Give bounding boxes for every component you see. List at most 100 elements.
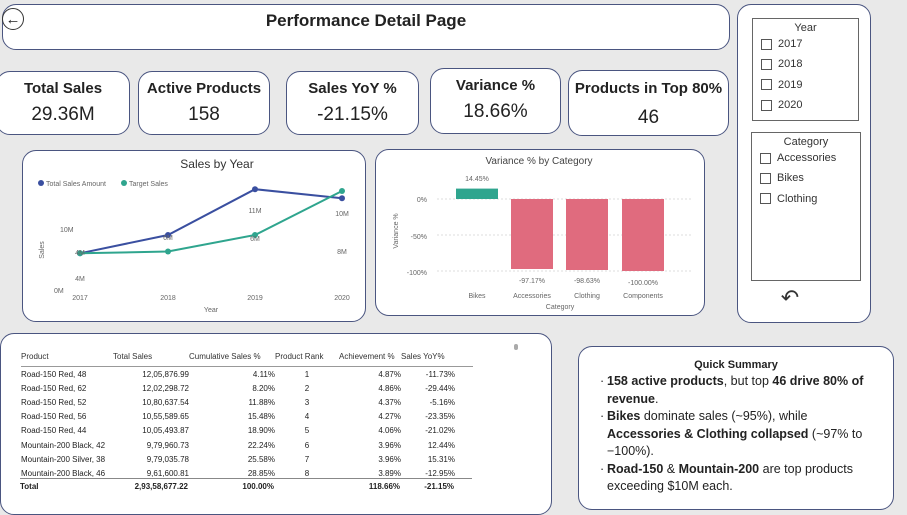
variance-bar-bikes[interactable] bbox=[455, 188, 498, 199]
year-option-2018[interactable]: 2018 bbox=[753, 54, 858, 74]
table-body: Road-150 Red, 48 12,05,876.99 4.11% 1 4.87% -… bbox=[21, 367, 473, 481]
col-header-cumulative[interactable]: Cumulative Sales % bbox=[189, 352, 275, 361]
kpi-sales-yoy-label: Sales YoY % bbox=[308, 80, 397, 97]
year-option-label: 2019 bbox=[778, 78, 803, 91]
col-header-achievement[interactable]: Achievement % bbox=[339, 352, 401, 361]
target-label-2020: 8M bbox=[337, 249, 347, 256]
cell-total-sales: 10,05,493.87 bbox=[142, 426, 189, 436]
variance-by-category-chart[interactable]: Variance % by Category Variance % 0% -50… bbox=[375, 149, 705, 316]
category-slicer: Category Accessories Bikes Clothing bbox=[751, 132, 861, 281]
col-header-total-sales[interactable]: Total Sales bbox=[113, 352, 189, 361]
category-option-label: Bikes bbox=[777, 172, 804, 185]
checkbox[interactable] bbox=[760, 152, 771, 164]
reset-filters-icon[interactable]: ↶ bbox=[778, 286, 802, 310]
target-sales-point[interactable] bbox=[338, 187, 345, 194]
year-option-2017[interactable]: 2017 bbox=[753, 34, 858, 54]
variance-bar-accessories[interactable] bbox=[510, 198, 553, 269]
variance-xtick-clothing: Clothing bbox=[574, 293, 600, 300]
kpi-active-products: Active Products 158 bbox=[138, 71, 270, 135]
category-option-bikes[interactable]: Bikes bbox=[752, 168, 860, 188]
cell-cumulative: 28.85% bbox=[247, 468, 275, 478]
cell-rank: 6 bbox=[304, 440, 310, 450]
cell-cumulative: 11.88% bbox=[248, 397, 275, 407]
cell-product: Road-150 Red, 52 bbox=[21, 397, 87, 407]
cell-rank: 7 bbox=[304, 454, 310, 464]
cell-achievement: 4.86% bbox=[378, 383, 401, 393]
cell-rank: 1 bbox=[304, 369, 310, 379]
sales-xtick-2017: 2017 bbox=[72, 295, 88, 302]
variance-label-clothing: -98.63% bbox=[573, 278, 599, 285]
variance-xtick-components: Components bbox=[623, 293, 663, 300]
cell-cumulative: 22.24% bbox=[247, 440, 275, 450]
title-card: Performance Detail Page bbox=[2, 4, 730, 50]
checkbox[interactable] bbox=[761, 79, 772, 91]
summary-title: Quick Summary bbox=[694, 359, 778, 371]
cell-yoy: 15.31% bbox=[427, 454, 455, 464]
table-total-row: Total 2,93,58,677.22 100.00% 118.66% -21… bbox=[20, 478, 472, 493]
variance-bar-components[interactable] bbox=[621, 198, 664, 271]
category-option-accessories[interactable]: Accessories bbox=[752, 148, 860, 168]
col-header-yoy[interactable]: Sales YoY% bbox=[401, 352, 455, 361]
checkbox[interactable] bbox=[760, 193, 771, 205]
table-row[interactable]: Road-150 Red, 52 10,80,637.54 11.88% 3 4.37%… bbox=[21, 395, 473, 409]
table-row[interactable]: Mountain-200 Black, 42 9,79,960.73 22.24% 6… bbox=[21, 438, 473, 452]
cell-achievement: 3.96% bbox=[378, 440, 401, 450]
target-sales-point[interactable] bbox=[164, 248, 171, 254]
summary-bullet-3: Road-150 & Mountain-200 are top products… bbox=[600, 461, 877, 496]
year-option-label: 2018 bbox=[778, 58, 803, 71]
year-option-2020[interactable]: 2020 bbox=[753, 95, 858, 115]
variance-ytick-100: -100% bbox=[406, 270, 426, 277]
table-row[interactable]: Road-150 Red, 48 12,05,876.99 4.11% 1 4.87% -… bbox=[21, 367, 473, 381]
legend-target-sales-swatch bbox=[120, 179, 127, 186]
cell-total-sales: 12,02,298.72 bbox=[142, 383, 189, 393]
variance-label-accessories: -97.17% bbox=[518, 278, 544, 285]
table-row[interactable]: Mountain-200 Silver, 38 9,79,035.78 25.58%… bbox=[21, 452, 473, 466]
variance-label-bikes: 14.45% bbox=[465, 176, 489, 183]
table-row[interactable]: Road-150 Red, 62 12,02,298.72 8.20% 2 4.86% -… bbox=[21, 381, 473, 395]
sales-chart-title: Sales by Year bbox=[180, 157, 253, 171]
series-line-target-sales[interactable] bbox=[79, 189, 342, 254]
cell-yoy: -11.73% bbox=[425, 369, 455, 379]
summary-b1-end: . bbox=[654, 391, 659, 406]
cell-total-sales: 10,80,637.54 bbox=[142, 397, 189, 407]
summary-bullet-2: Bikes dominate sales (~95%), while Acces… bbox=[600, 408, 877, 461]
checkbox[interactable] bbox=[761, 99, 772, 111]
cell-achievement: 3.96% bbox=[378, 454, 401, 464]
cell-achievement: 4.06% bbox=[378, 426, 401, 436]
checkbox[interactable] bbox=[761, 38, 772, 50]
sales-xlabel: Year bbox=[203, 307, 218, 314]
cell-achievement: 4.27% bbox=[378, 412, 401, 422]
kpi-variance-value: 18.66% bbox=[463, 101, 528, 122]
variance-ytick-50: -50% bbox=[410, 234, 426, 241]
kpi-total-sales: Total Sales 29.36M bbox=[0, 71, 130, 135]
cell-product: Mountain-200 Black, 42 bbox=[21, 440, 106, 450]
year-option-2019[interactable]: 2019 bbox=[753, 75, 858, 95]
checkbox[interactable] bbox=[760, 172, 771, 184]
cell-rank: 3 bbox=[304, 397, 310, 407]
category-option-clothing[interactable]: Clothing bbox=[752, 189, 860, 209]
variance-bar-clothing[interactable] bbox=[565, 198, 608, 270]
cell-cumulative: 4.11% bbox=[252, 369, 275, 379]
back-arrow-icon[interactable]: ← bbox=[2, 8, 24, 30]
table-row[interactable]: Road-150 Red, 56 10,55,589.65 15.48% 4 4.27%… bbox=[21, 410, 473, 424]
table-row[interactable]: Road-150 Red, 44 10,05,493.87 18.90% 5 4.06%… bbox=[21, 424, 473, 438]
table-scrollbar[interactable] bbox=[514, 344, 518, 350]
total-sales-point[interactable] bbox=[251, 185, 258, 192]
cell-product: Road-150 Red, 56 bbox=[21, 412, 87, 422]
kpi-sales-yoy: Sales YoY % -21.15% bbox=[286, 71, 419, 135]
page-title: Performance Detail Page bbox=[265, 11, 467, 30]
summary-b3-bold2: Mountain-200 bbox=[678, 461, 760, 476]
cell-achievement: 4.37% bbox=[378, 397, 401, 407]
total-sales-point[interactable] bbox=[338, 194, 345, 201]
sales-ytick-10m: 10M bbox=[60, 227, 74, 234]
col-header-rank[interactable]: Product Rank bbox=[275, 352, 339, 361]
summary-b2-mid: dominate sales (~95%), while bbox=[640, 409, 808, 423]
year-option-label: 2017 bbox=[778, 38, 803, 51]
cell-rank: 2 bbox=[304, 383, 310, 393]
sales-by-year-chart[interactable]: Sales by Year Total Sales Amount Target … bbox=[22, 150, 366, 322]
col-header-product[interactable]: Product bbox=[21, 352, 113, 361]
cell-product: Mountain-200 Silver, 38 bbox=[21, 454, 106, 464]
year-option-label: 2020 bbox=[778, 99, 803, 112]
checkbox[interactable] bbox=[761, 58, 772, 70]
variance-chart-title: Variance % by Category bbox=[485, 156, 592, 167]
